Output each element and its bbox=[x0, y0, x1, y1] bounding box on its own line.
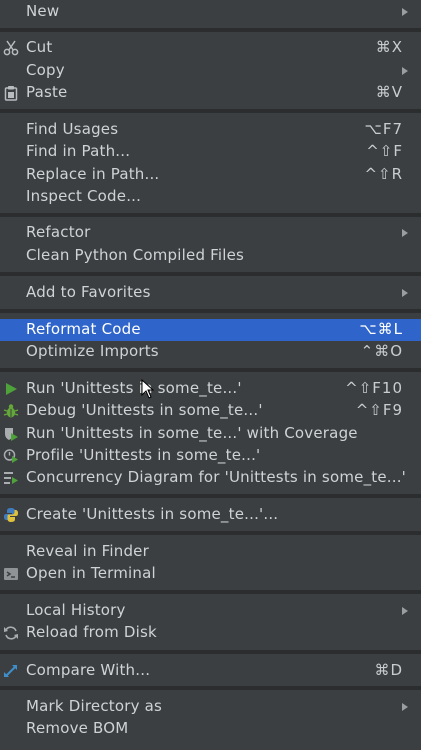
menu-item-reveal-in-finder[interactable]: Reveal in Finder bbox=[0, 541, 421, 563]
menu-item-shortcut: ^⇧F10 bbox=[345, 379, 403, 397]
separator bbox=[0, 368, 421, 372]
menu-item-debug[interactable]: Debug 'Unittests in some_te...' ^⇧F9 bbox=[0, 400, 421, 422]
separator bbox=[0, 272, 421, 276]
menu-item-label: Clean Python Compiled Files bbox=[26, 246, 245, 264]
separator bbox=[0, 309, 421, 313]
menu-item-label: Optimize Imports bbox=[26, 342, 159, 360]
menu-item-remove-bom[interactable]: Remove BOM bbox=[0, 718, 421, 740]
menu-item-new[interactable]: New bbox=[0, 1, 421, 23]
menu-item-label: Local History bbox=[26, 601, 126, 619]
menu-item-reformat-code[interactable]: Reformat Code ⌥⌘L bbox=[0, 319, 421, 341]
menu-item-label: Debug 'Unittests in some_te...' bbox=[26, 401, 263, 419]
menu-item-label: Refactor bbox=[26, 223, 91, 241]
menu-item-label: Reload from Disk bbox=[26, 623, 157, 641]
menu-item-clean-python[interactable]: Clean Python Compiled Files bbox=[0, 245, 421, 267]
chevron-right-icon bbox=[402, 607, 408, 615]
python-icon bbox=[2, 506, 20, 524]
menu-item-cut[interactable]: Cut ⌘X bbox=[0, 37, 421, 59]
menu-item-shortcut: ^⇧F9 bbox=[355, 401, 403, 419]
menu-item-shortcut: ⌥F7 bbox=[364, 120, 403, 138]
menu-item-inspect-code[interactable]: Inspect Code... bbox=[0, 186, 421, 208]
menu-item-label: Cut bbox=[26, 38, 53, 56]
menu-item-label: Paste bbox=[26, 83, 68, 101]
separator bbox=[0, 531, 421, 535]
menu-item-label: Concurrency Diagram for 'Unittests in so… bbox=[26, 468, 407, 486]
menu-item-label: Reformat Code bbox=[26, 320, 141, 338]
menu-item-shortcut: ⌥⌘L bbox=[359, 320, 403, 338]
menu-item-run-coverage[interactable]: Run 'Unittests in some_te...' with Cover… bbox=[0, 423, 421, 445]
menu-item-optimize-imports[interactable]: Optimize Imports ⌃⌘O bbox=[0, 341, 421, 363]
bug-icon bbox=[2, 402, 20, 420]
menu-item-label: Compare With... bbox=[26, 661, 151, 679]
menu-item-label: Run 'Unittests in some_te...' bbox=[26, 379, 242, 397]
separator bbox=[0, 109, 421, 113]
scissors-icon bbox=[2, 39, 20, 57]
menu-item-open-in-terminal[interactable]: Open in Terminal bbox=[0, 563, 421, 585]
menu-item-copy[interactable]: Copy bbox=[0, 60, 421, 82]
chevron-right-icon bbox=[402, 703, 408, 711]
menu-item-label: Run 'Unittests in some_te...' with Cover… bbox=[26, 424, 358, 442]
refresh-icon bbox=[2, 624, 20, 642]
menu-item-label: New bbox=[26, 2, 60, 20]
menu-item-run[interactable]: Run 'Unittests in some_te...' ^⇧F10 bbox=[0, 378, 421, 400]
separator bbox=[0, 590, 421, 594]
mouse-cursor-icon bbox=[141, 379, 155, 399]
menu-item-shortcut: ⌘D bbox=[374, 661, 403, 679]
compare-arrows-icon bbox=[2, 662, 20, 680]
menu-item-replace-in-path[interactable]: Replace in Path... ^⇧R bbox=[0, 164, 421, 186]
menu-item-shortcut: ^⇧F bbox=[366, 142, 403, 160]
chevron-right-icon bbox=[402, 229, 408, 237]
menu-item-label: Remove BOM bbox=[26, 719, 129, 737]
menu-item-profile[interactable]: Profile 'Unittests in some_te...' bbox=[0, 445, 421, 467]
chevron-right-icon bbox=[402, 8, 408, 16]
menu-item-label: Find Usages bbox=[26, 120, 119, 138]
menu-item-label: Replace in Path... bbox=[26, 165, 160, 183]
menu-item-label: Inspect Code... bbox=[26, 187, 142, 205]
menu-item-reload-from-disk[interactable]: Reload from Disk bbox=[0, 622, 421, 644]
separator bbox=[0, 494, 421, 498]
menu-item-find-usages[interactable]: Find Usages ⌥F7 bbox=[0, 119, 421, 141]
menu-item-create[interactable]: Create 'Unittests in some_te...'... bbox=[0, 504, 421, 526]
clipboard-icon bbox=[2, 84, 20, 102]
chevron-right-icon bbox=[402, 67, 408, 75]
menu-item-label: Reveal in Finder bbox=[26, 542, 149, 560]
menu-item-shortcut: ⌘V bbox=[375, 83, 403, 101]
menu-item-label: Mark Directory as bbox=[26, 697, 163, 715]
menu-item-label: Copy bbox=[26, 61, 65, 79]
menu-item-find-in-path[interactable]: Find in Path... ^⇧F bbox=[0, 141, 421, 163]
context-menu: New Cut ⌘X Copy Paste ⌘V Find Usages ⌥F7… bbox=[0, 0, 421, 750]
menu-item-concurrency[interactable]: Concurrency Diagram for 'Unittests in so… bbox=[0, 467, 421, 489]
menu-item-label: Add to Favorites bbox=[26, 283, 151, 301]
menu-item-label: Open in Terminal bbox=[26, 564, 156, 582]
separator bbox=[0, 686, 421, 690]
menu-item-mark-directory[interactable]: Mark Directory as bbox=[0, 696, 421, 718]
play-icon bbox=[2, 380, 20, 398]
menu-item-label: Find in Path... bbox=[26, 142, 131, 160]
menu-item-refactor[interactable]: Refactor bbox=[0, 222, 421, 244]
terminal-icon bbox=[2, 565, 20, 583]
separator bbox=[0, 28, 421, 32]
menu-item-shortcut: ⌘X bbox=[375, 38, 403, 56]
menu-item-shortcut: ^⇧R bbox=[364, 165, 403, 183]
clock-run-icon bbox=[2, 447, 20, 465]
concurrency-icon bbox=[2, 469, 20, 487]
separator bbox=[0, 650, 421, 654]
menu-item-compare-with[interactable]: Compare With... ⌘D bbox=[0, 660, 421, 682]
shield-run-icon bbox=[2, 425, 20, 443]
menu-item-paste[interactable]: Paste ⌘V bbox=[0, 82, 421, 104]
chevron-right-icon bbox=[402, 289, 408, 297]
menu-item-shortcut: ⌃⌘O bbox=[360, 342, 403, 360]
menu-item-label: Profile 'Unittests in some_te...' bbox=[26, 446, 261, 464]
menu-item-label: Create 'Unittests in some_te...'... bbox=[26, 505, 279, 523]
separator bbox=[0, 213, 421, 217]
menu-item-add-to-favorites[interactable]: Add to Favorites bbox=[0, 282, 421, 304]
menu-item-local-history[interactable]: Local History bbox=[0, 600, 421, 622]
